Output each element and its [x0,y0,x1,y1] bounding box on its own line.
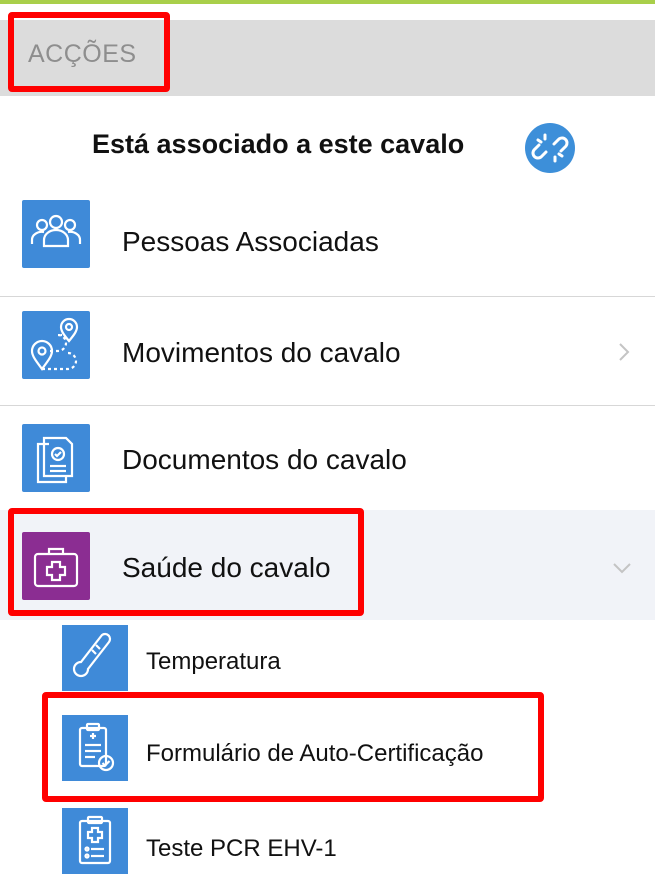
chevron-right-icon [619,343,630,361]
submenu-item-label: Formulário de Auto-Certificação [146,740,484,767]
section-title: ACÇÕES [28,40,137,68]
menu-item-label: Saúde do cavalo [122,552,331,583]
menu-item-label: Movimentos do cavalo [122,337,401,368]
actions-screen: ACÇÕES Está associado a este cavalo Pess… [0,0,655,885]
people-icon [22,200,90,268]
chevron-down-icon [613,563,631,574]
association-label: Está associado a este cavalo [92,129,465,159]
clipboard-check-icon [62,715,128,781]
submenu-item-self-certification[interactable]: Formulário de Auto-Certificação [0,710,655,786]
menu-item-label: Documentos do cavalo [122,444,407,475]
medical-kit-icon [22,532,90,600]
menu-item-health[interactable]: Saúde do cavalo [0,510,655,620]
thermometer-icon [62,625,128,691]
submenu-item-label: Teste PCR EHV-1 [146,835,337,862]
menu-item-label: Pessoas Associadas [122,226,379,257]
menu-item-people[interactable]: Pessoas Associadas [0,188,655,297]
accent-line [0,0,655,4]
unlink-icon[interactable] [525,123,575,173]
menu-item-movements[interactable]: Movimentos do cavalo [0,297,655,406]
submenu-item-label: Temperatura [146,648,281,675]
documents-icon [22,424,90,492]
submenu-item-temperature[interactable]: Temperatura [0,622,655,698]
clipboard-medical-icon [62,808,128,874]
association-row: Está associado a este cavalo [0,115,655,180]
menu-item-documents[interactable]: Documentos do cavalo [0,406,655,510]
route-icon [22,311,90,379]
submenu-item-pcr-test[interactable]: Teste PCR EHV-1 [0,808,655,885]
